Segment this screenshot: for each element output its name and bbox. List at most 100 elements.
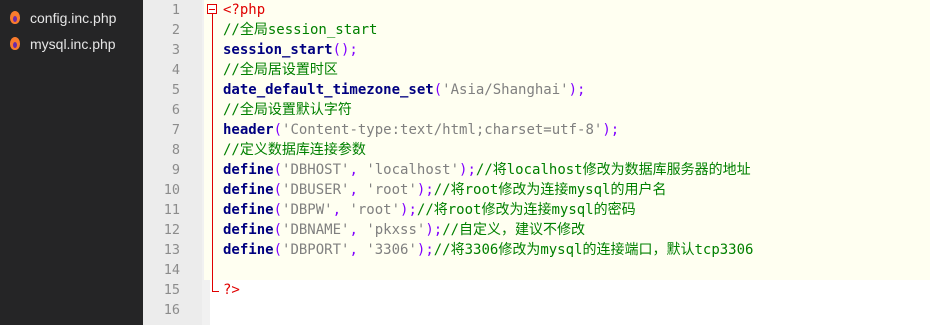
code-token: //将localhost修改为数据库服务器的地址 [475, 162, 751, 178]
code-token: define [223, 162, 274, 178]
code-text: <?php [223, 0, 265, 20]
code-token: ); [425, 222, 443, 238]
code-token: '3306' [366, 242, 417, 258]
code-token: , [349, 222, 367, 238]
line-number: 5 [171, 82, 180, 98]
code-token: ); [568, 82, 586, 98]
code-token: ( [273, 182, 283, 198]
code-token: ( [273, 222, 283, 238]
code-token: , [349, 182, 367, 198]
code-line[interactable]: 5 date_default_timezone_set('Asia/Shangha… [143, 80, 930, 100]
file-tab-config[interactable]: config.inc.php [0, 5, 143, 31]
file-tab-mysql[interactable]: mysql.inc.php [0, 31, 143, 57]
code-token: //将3306修改为mysql的连接端口，默认tcp3306 [433, 242, 754, 258]
code-line[interactable]: 14 [143, 260, 930, 280]
code-line[interactable]: 11 define('DBPW', 'root');//将root修改为连接mys… [143, 200, 930, 220]
code-line[interactable]: 4 //全局居设置时区 [143, 60, 930, 80]
code-token: 'localhost' [366, 162, 460, 178]
code-token: 'root' [366, 182, 417, 198]
code-line[interactable]: 9 define('DBHOST', 'localhost');//将localh… [143, 160, 930, 180]
line-number: 6 [171, 102, 180, 118]
php-file-icon [8, 11, 22, 25]
code-token: 'DBUSER' [282, 182, 350, 198]
code-token: //全局session_start [223, 22, 378, 38]
code-token: //将root修改为连接mysql的密码 [416, 202, 636, 218]
code-token: 'Asia/Shanghai' [442, 82, 569, 98]
code-line[interactable]: 10 define('DBUSER', 'root');//将root修改为连接m… [143, 180, 930, 200]
code-token: //定义数据库连接参数 [223, 142, 366, 158]
code-token: 'DBNAME' [282, 222, 350, 238]
code-text: //全局居设置时区 [223, 60, 338, 80]
code-text: define('DBPORT', '3306');//将3306修改为mysql… [223, 240, 753, 260]
code-token: session_start [223, 42, 333, 58]
code-token: 'Content-type:text/html;charset=utf-8' [282, 122, 603, 138]
line-number: 9 [171, 162, 180, 178]
code-line[interactable]: 6 //全局设置默认字符 [143, 100, 930, 120]
code-token: ( [273, 202, 283, 218]
code-line[interactable]: 7 header('Content-type:text/html;charset=… [143, 120, 930, 140]
code-token: define [223, 202, 274, 218]
fold-collapse-icon[interactable] [207, 4, 217, 14]
code-token: date_default_timezone_set [223, 82, 434, 98]
code-line[interactable]: 8 //定义数据库连接参数 [143, 140, 930, 160]
fold-guide-end [212, 291, 219, 292]
code-token: ( [273, 162, 283, 178]
code-text: date_default_timezone_set('Asia/Shanghai… [223, 80, 585, 100]
code-line[interactable]: 12 define('DBNAME', 'pkxss');//自定义，建议不修改 [143, 220, 930, 240]
code-token: 'DBPORT' [282, 242, 350, 258]
code-token: header [223, 122, 274, 138]
fold-guide-line [212, 14, 213, 292]
line-number: 16 [163, 302, 180, 318]
code-token: , [349, 162, 367, 178]
code-text: define('DBNAME', 'pkxss');//自定义，建议不修改 [223, 220, 585, 240]
code-text: //全局设置默认字符 [223, 100, 352, 120]
file-name: mysql.inc.php [30, 36, 116, 52]
code-token: (); [332, 42, 358, 58]
line-number: 7 [171, 122, 180, 138]
code-line[interactable]: 15 ?> [143, 280, 930, 300]
code-line[interactable]: 2 //全局session_start [143, 20, 930, 40]
code-text: ?> [223, 280, 240, 300]
code-token: define [223, 222, 274, 238]
code-text: define('DBHOST', 'localhost');//将localho… [223, 160, 751, 180]
line-number: 13 [163, 242, 180, 258]
code-line[interactable]: 1 <?php [143, 0, 930, 20]
code-token: define [223, 242, 274, 258]
code-text: session_start(); [223, 40, 358, 60]
php-file-icon [8, 37, 22, 51]
file-explorer: config.inc.php mysql.inc.php [0, 0, 143, 325]
code-token: <?php [223, 2, 266, 18]
line-number: 8 [171, 142, 180, 158]
code-line[interactable]: 3 session_start(); [143, 40, 930, 60]
code-token: ( [273, 242, 283, 258]
code-text: define('DBUSER', 'root');//将root修改为连接mys… [223, 180, 666, 200]
code-text: //全局session_start [223, 20, 377, 40]
line-number: 4 [171, 62, 180, 78]
line-number: 15 [163, 282, 180, 298]
code-token: , [349, 242, 367, 258]
code-token: ); [602, 122, 620, 138]
code-token: ); [459, 162, 476, 178]
line-number: 1 [171, 2, 180, 18]
code-token: 'DBPW' [282, 202, 333, 218]
code-text: define('DBPW', 'root');//将root修改为连接mysql… [223, 200, 636, 220]
code-token: 'pkxss' [366, 222, 426, 238]
line-number: 3 [171, 42, 180, 58]
code-line[interactable]: 16 [143, 300, 930, 320]
code-token: //自定义，建议不修改 [442, 222, 586, 238]
code-editor[interactable]: 1 <?php 2//全局session_start 3 session_start()… [143, 0, 930, 325]
code-token: 'DBHOST' [282, 162, 350, 178]
code-token: define [223, 182, 274, 198]
code-token: //将root修改为连接mysql的用户名 [433, 182, 667, 198]
code-token: //全局设置默认字符 [223, 102, 352, 118]
code-line[interactable]: 13 define('DBPORT', '3306');//将3306修改为mys… [143, 240, 930, 260]
code-token: 'root' [349, 202, 401, 218]
file-name: config.inc.php [30, 10, 117, 26]
code-token: //全局居设置时区 [223, 62, 338, 78]
code-text: //定义数据库连接参数 [223, 140, 366, 160]
code-token: ); [416, 242, 434, 258]
code-token: ); [416, 182, 434, 198]
code-token: ( [273, 122, 283, 138]
line-number: 14 [163, 262, 180, 278]
code-token: , [332, 202, 350, 218]
